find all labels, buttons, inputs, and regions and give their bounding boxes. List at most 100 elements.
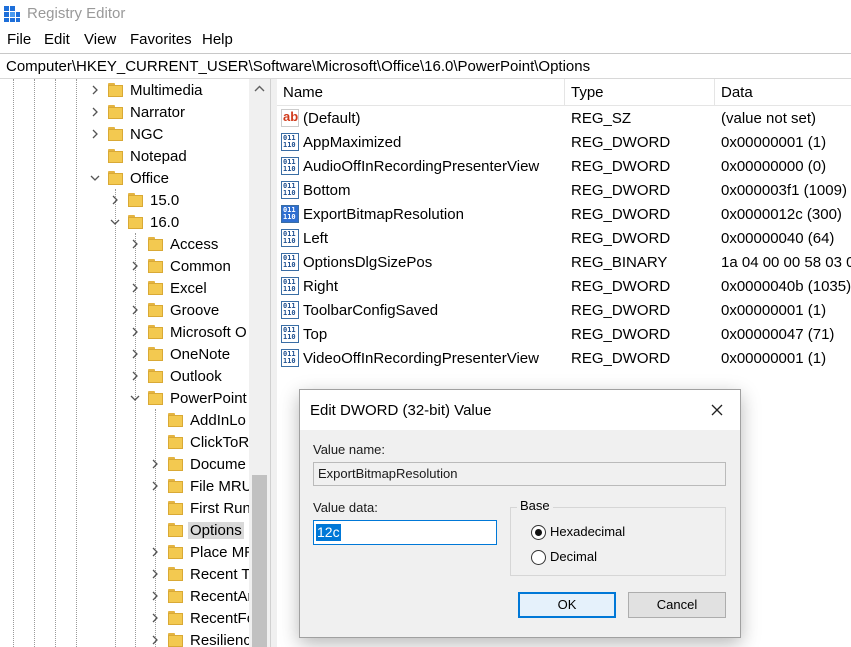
- tree-item-notepad[interactable]: Notepad: [0, 146, 250, 168]
- chevron-right-icon[interactable]: [129, 260, 141, 272]
- chevron-right-icon[interactable]: [129, 370, 141, 382]
- folder-icon: [168, 501, 183, 515]
- tree-item-outlook[interactable]: Outlook: [0, 366, 250, 388]
- tree-item-onenote[interactable]: OneNote: [0, 344, 250, 366]
- value-name: Left: [303, 230, 329, 247]
- value-row-top[interactable]: 011 110 Top REG_DWORD 0x00000047 (71): [277, 323, 851, 347]
- chevron-down-icon[interactable]: [129, 392, 141, 404]
- value-name: ToolbarConfigSaved: [303, 302, 439, 319]
- tree-item-file-mru[interactable]: File MRU: [0, 476, 253, 498]
- chevron-right-icon[interactable]: [129, 348, 141, 360]
- tree-item-excel[interactable]: Excel: [0, 278, 250, 300]
- chevron-right-icon[interactable]: [149, 634, 161, 646]
- tree-item-clicktor[interactable]: ClickToR: [0, 432, 250, 454]
- chevron-right-icon[interactable]: [89, 106, 101, 118]
- scroll-up-arrow-icon[interactable]: [249, 79, 270, 99]
- address-bar[interactable]: Computer\HKEY_CURRENT_USER\Software\Micr…: [0, 53, 851, 79]
- tree-item-recentfo[interactable]: RecentFo: [0, 608, 255, 630]
- scroll-thumb[interactable]: [252, 475, 267, 647]
- value-row-right[interactable]: 011 110 Right REG_DWORD 0x0000040b (1035): [277, 275, 851, 299]
- tree-scrollbar[interactable]: [249, 79, 270, 647]
- value-type: REG_DWORD: [571, 278, 671, 295]
- folder-icon: [168, 435, 183, 449]
- column-divider[interactable]: [714, 79, 715, 105]
- chevron-right-icon[interactable]: [109, 194, 121, 206]
- hexadecimal-label[interactable]: Hexadecimal: [550, 524, 625, 539]
- tree-item-label: ClickToR: [190, 434, 250, 451]
- column-header-data[interactable]: Data: [721, 84, 753, 101]
- address-path[interactable]: Computer\HKEY_CURRENT_USER\Software\Micr…: [6, 58, 590, 75]
- chevron-right-icon[interactable]: [149, 480, 161, 492]
- hexadecimal-radio[interactable]: [531, 525, 546, 540]
- menu-file[interactable]: File: [7, 31, 31, 48]
- decimal-label[interactable]: Decimal: [550, 549, 597, 564]
- menu-edit[interactable]: Edit: [44, 31, 70, 48]
- chevron-down-icon[interactable]: [89, 172, 101, 184]
- key-tree[interactable]: Multimedia Narrator NGC Notepad Office 1…: [0, 79, 270, 647]
- value-type: REG_BINARY: [571, 254, 668, 271]
- chevron-right-icon[interactable]: [149, 590, 161, 602]
- tree-item-label: Narrator: [130, 104, 186, 121]
- tree-item-access[interactable]: Access: [0, 234, 250, 256]
- value-row-optionsdlgsizepos[interactable]: 011 110 OptionsDlgSizePos REG_BINARY 1a 0…: [277, 251, 851, 275]
- value-row-exportbitmapresolution[interactable]: 011 110 ExportBitmapResolution REG_DWORD …: [277, 203, 851, 227]
- value-row-toolbarconfigsaved[interactable]: 011 110 ToolbarConfigSaved REG_DWORD 0x00…: [277, 299, 851, 323]
- value-row-videooff[interactable]: 011 110 VideoOffInRecordingPresenterView …: [277, 347, 851, 371]
- tree-item-microsoft-o[interactable]: Microsoft O: [0, 322, 250, 344]
- column-header-name[interactable]: Name: [283, 84, 323, 101]
- binary-value-icon: 011 110: [281, 205, 299, 223]
- value-row-left[interactable]: 011 110 Left REG_DWORD 0x00000040 (64): [277, 227, 851, 251]
- tree-item-place-mr[interactable]: Place MR: [0, 542, 255, 564]
- menu-view[interactable]: View: [84, 31, 116, 48]
- column-divider[interactable]: [564, 79, 565, 105]
- value-row-bottom[interactable]: 011 110 Bottom REG_DWORD 0x000003f1 (1009…: [277, 179, 851, 203]
- decimal-radio[interactable]: [531, 550, 546, 565]
- value-name: Right: [303, 278, 339, 295]
- tree-item-recent-t[interactable]: Recent T: [0, 564, 251, 586]
- folder-icon: [148, 303, 163, 317]
- tree-item-15-0[interactable]: 15.0: [0, 190, 250, 212]
- chevron-right-icon[interactable]: [89, 128, 101, 140]
- value-row-audiooff[interactable]: 011 110 AudioOffInRecordingPresenterView …: [277, 155, 851, 179]
- tree-item-resilienc[interactable]: Resilienc: [0, 630, 251, 647]
- tree-item-groove[interactable]: Groove: [0, 300, 250, 322]
- tree-item-addinlo[interactable]: AddInLo: [0, 410, 250, 432]
- menu-favorites[interactable]: Favorites: [130, 31, 192, 48]
- window-title: Registry Editor: [27, 5, 126, 22]
- value-row-appmaximized[interactable]: 011 110 AppMaximized REG_DWORD 0x00000001…: [277, 131, 851, 155]
- menu-bar: File Edit View Favorites Help: [0, 27, 851, 51]
- value-row-default[interactable]: ab (Default) REG_SZ (value not set): [277, 107, 851, 131]
- value-data-input[interactable]: 12c: [313, 520, 497, 545]
- chevron-right-icon[interactable]: [89, 84, 101, 96]
- chevron-right-icon[interactable]: [129, 326, 141, 338]
- binary-value-icon: 011 110: [281, 157, 299, 175]
- tree-item-ngc[interactable]: NGC: [0, 124, 250, 146]
- tree-item-recentar[interactable]: RecentAr: [0, 586, 253, 608]
- tree-item-multimedia[interactable]: Multimedia: [0, 80, 250, 102]
- close-icon[interactable]: [704, 397, 730, 423]
- menu-help[interactable]: Help: [202, 31, 233, 48]
- value-type: REG_DWORD: [571, 302, 671, 319]
- value-type: REG_DWORD: [571, 350, 671, 367]
- tree-item-powerpoint[interactable]: PowerPoint: [0, 388, 250, 410]
- chevron-right-icon[interactable]: [129, 304, 141, 316]
- tree-item-common[interactable]: Common: [0, 256, 250, 278]
- value-data-text[interactable]: 12c: [316, 524, 341, 541]
- chevron-right-icon[interactable]: [149, 612, 161, 624]
- tree-item-office[interactable]: Office: [0, 168, 250, 190]
- tree-item-16-0[interactable]: 16.0: [0, 212, 250, 234]
- chevron-right-icon[interactable]: [149, 458, 161, 470]
- chevron-right-icon[interactable]: [129, 238, 141, 250]
- chevron-right-icon[interactable]: [149, 568, 161, 580]
- chevron-down-icon[interactable]: [109, 216, 121, 228]
- cancel-button[interactable]: Cancel: [628, 592, 726, 618]
- tree-item-docume[interactable]: Docume: [0, 454, 250, 476]
- base-group: Base Hexadecimal Decimal: [510, 498, 726, 576]
- chevron-right-icon[interactable]: [149, 546, 161, 558]
- tree-item-first-run[interactable]: First Run: [0, 498, 251, 520]
- tree-item-narrator[interactable]: Narrator: [0, 102, 250, 124]
- column-header-type[interactable]: Type: [571, 84, 604, 101]
- tree-item-options[interactable]: Options: [0, 520, 250, 542]
- ok-button[interactable]: OK: [518, 592, 616, 618]
- chevron-right-icon[interactable]: [129, 282, 141, 294]
